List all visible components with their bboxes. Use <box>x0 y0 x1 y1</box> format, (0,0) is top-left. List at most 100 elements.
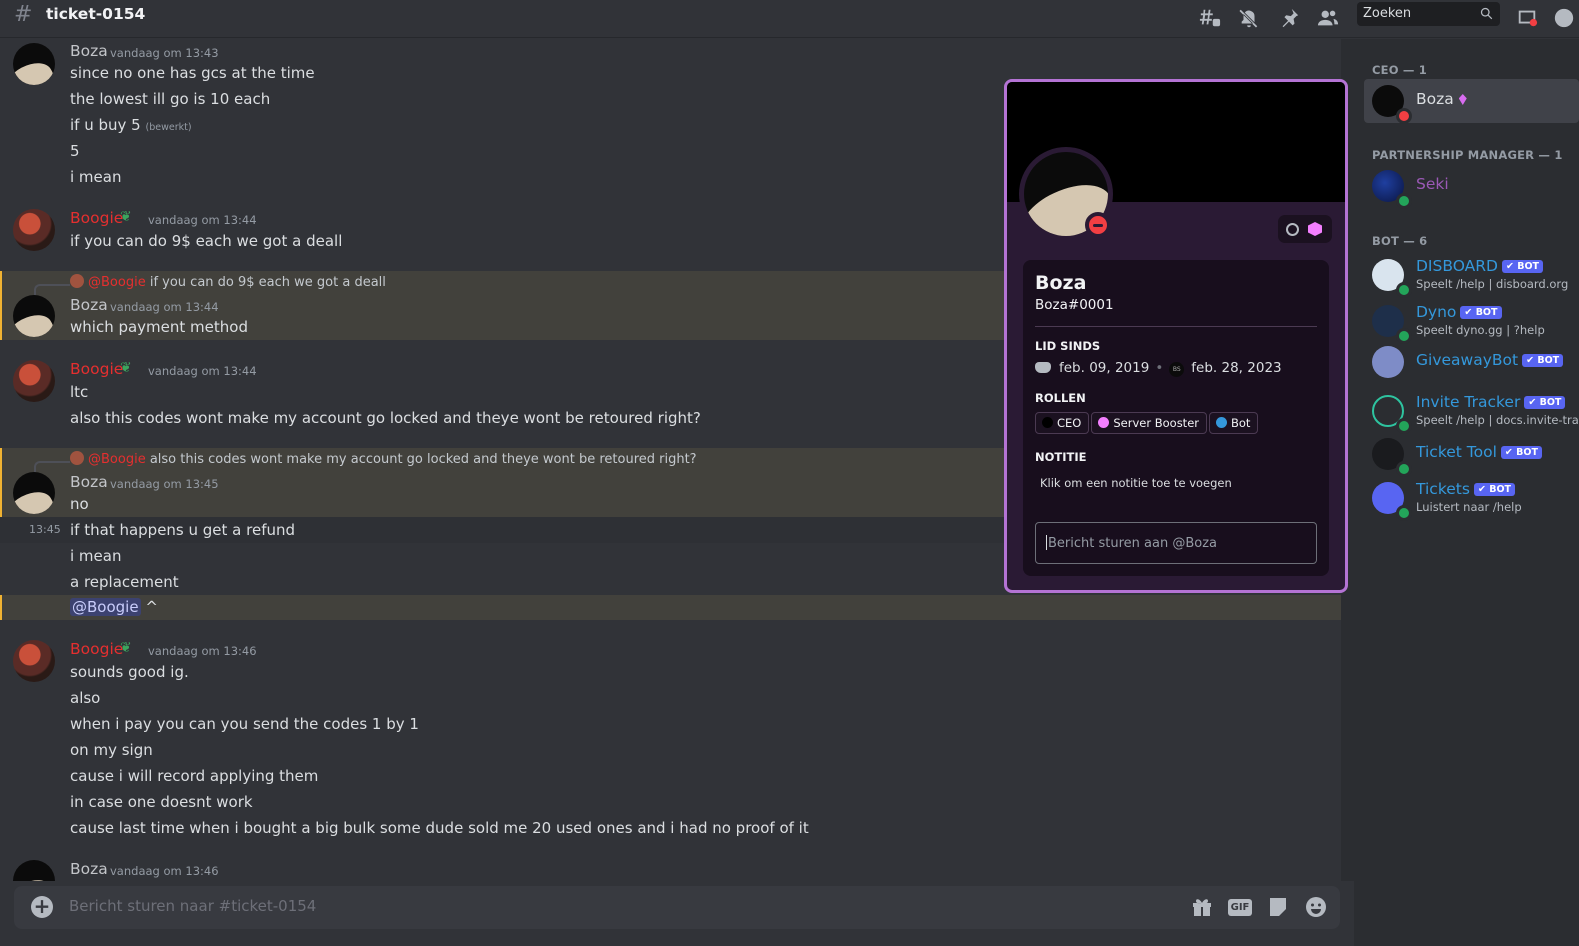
direct-message-input[interactable]: Bericht sturen aan @Boza <box>1035 522 1317 564</box>
edited-label: (bewerkt) <box>145 122 192 133</box>
member-activity: Luistert naar /help <box>1416 500 1522 514</box>
role-pill[interactable]: CEO <box>1035 412 1090 434</box>
member-item[interactable]: Ticket Tool ✔ BOT <box>1364 432 1579 477</box>
divider <box>1035 326 1317 327</box>
avatar[interactable] <box>13 472 55 514</box>
message-text: if that happens u get a refund <box>70 521 296 539</box>
search-placeholder: Zoeken <box>1363 6 1412 21</box>
role-pill[interactable]: Bot <box>1209 412 1259 434</box>
message-author[interactable]: Boza <box>70 42 108 60</box>
member-name-text: Ticket Tool <box>1416 443 1497 461</box>
message-text: ltc <box>70 383 89 401</box>
hashtag-icon: # <box>14 2 33 27</box>
emoji-icon[interactable] <box>1303 894 1329 920</box>
message-text: in case one doesnt work <box>70 793 253 811</box>
user-profile-popout[interactable]: Boza Boza#0001 LID SINDS feb. 09, 2019 • B… <box>1004 79 1348 593</box>
member-name-text: DISBOARD <box>1416 257 1498 275</box>
reply-text: also this codes wont make my account go … <box>149 452 697 467</box>
note-input[interactable]: Klik om een notitie toe te voegen <box>1040 476 1232 490</box>
message-composer[interactable]: + Bericht sturen naar #ticket-0154 GIF <box>14 886 1340 929</box>
member-activity: Speelt dyno.gg | ?help <box>1416 323 1545 337</box>
direct-message-placeholder: Bericht sturen aan @Boza <box>1048 536 1217 551</box>
status-online-icon <box>1396 282 1412 298</box>
role-pill[interactable]: Server Booster <box>1091 412 1207 434</box>
avatar[interactable] <box>13 860 55 881</box>
profile-display-name: Boza <box>1035 272 1087 294</box>
avatar[interactable] <box>13 43 55 85</box>
role-name: Bot <box>1231 416 1251 430</box>
threads-icon[interactable] <box>1197 5 1223 31</box>
message-text: also this codes wont make my account go … <box>70 409 701 427</box>
member-group-header: CEO — 1 <box>1372 63 1427 77</box>
inbox-icon[interactable] <box>1514 5 1540 31</box>
reply-mention: @Boogie <box>88 275 146 290</box>
member-group-header: PARTNERSHIP MANAGER — 1 <box>1372 148 1563 162</box>
help-icon[interactable] <box>1551 5 1577 31</box>
message-timestamp: vandaag om 13:46 <box>110 864 219 878</box>
member-item[interactable]: Invite Tracker ✔ BOT Speelt /help | docs.… <box>1364 389 1579 434</box>
message-text: 5 <box>70 142 80 160</box>
message-text: sounds good ig. <box>70 663 189 681</box>
avatar[interactable] <box>13 640 55 682</box>
message-author[interactable]: Boogie <box>70 209 123 227</box>
member-list[interactable]: CEO — 1 Boza PARTNERSHIP MANAGER — 1 Sek… <box>1354 39 1579 946</box>
user-mention[interactable]: @Boogie <box>70 598 141 616</box>
search-input[interactable]: Zoeken <box>1357 2 1500 26</box>
message-text: if u buy 5 (bewerkt) <box>70 116 192 134</box>
member-name-text: Invite Tracker <box>1416 393 1521 411</box>
message-text: cause i will record applying them <box>70 767 319 785</box>
discord-join-date: feb. 09, 2019 <box>1059 360 1150 376</box>
message-text: a replacement <box>70 573 179 591</box>
role-color-dot <box>1098 417 1110 428</box>
pin-icon[interactable] <box>1276 5 1302 31</box>
nitro-badge-icon[interactable] <box>1286 223 1299 236</box>
avatar[interactable] <box>13 360 55 402</box>
reply-preview[interactable]: @Boogie also this codes wont make my acc… <box>70 451 697 467</box>
server-join-date: feb. 28, 2023 <box>1191 360 1282 376</box>
message-text: since no one has gcs at the time <box>70 64 315 82</box>
reply-preview[interactable]: @Boogie if you can do 9$ each we got a d… <box>70 274 386 290</box>
member-group-header: BOT — 6 <box>1372 234 1428 248</box>
gif-button[interactable]: GIF <box>1227 894 1253 920</box>
upload-plus-icon[interactable]: + <box>31 896 53 918</box>
member-name-text: GiveawayBot <box>1416 351 1519 369</box>
mute-bell-icon[interactable] <box>1236 5 1262 31</box>
message-input[interactable]: Bericht sturen naar #ticket-0154 <box>69 897 316 915</box>
member-item[interactable]: Dyno ✔ BOT Speelt dyno.gg | ?help <box>1364 299 1579 344</box>
member-item[interactable]: DISBOARD ✔ BOT Speelt /help | disboard.or… <box>1364 253 1579 298</box>
member-item[interactable]: Seki <box>1364 164 1579 209</box>
channel-header: # ticket-0154 Zoeken <box>0 0 1579 38</box>
message-author[interactable]: Boza <box>70 860 108 878</box>
message-author[interactable]: Boza <box>70 473 108 491</box>
message-text: also <box>70 689 101 707</box>
message-timestamp: vandaag om 13:44 <box>110 300 219 314</box>
member-list-icon[interactable] <box>1315 5 1341 31</box>
server-icon: BS <box>1169 362 1185 377</box>
status-online-icon <box>1396 193 1412 209</box>
message-author[interactable]: Boogie <box>70 640 123 658</box>
bot-badge: ✔ BOT <box>1500 446 1542 459</box>
member-name: Ticket Tool ✔ BOT <box>1416 443 1542 461</box>
bot-badge: ✔ BOT <box>1460 306 1502 319</box>
sticker-icon[interactable] <box>1265 894 1291 920</box>
leaf-role-icon: ❦ <box>120 360 132 376</box>
member-name: Tickets ✔ BOT <box>1416 480 1516 498</box>
member-item[interactable]: Boza <box>1364 79 1579 124</box>
boost-badge-icon[interactable] <box>1308 222 1322 236</box>
gift-icon[interactable] <box>1189 894 1215 920</box>
mention-highlight <box>0 595 1341 620</box>
member-item[interactable]: Tickets ✔ BOT Luistert naar /help <box>1364 476 1579 521</box>
avatar[interactable] <box>13 295 55 337</box>
note-heading: NOTITIE <box>1035 450 1087 464</box>
message-timestamp: vandaag om 13:44 <box>148 213 257 227</box>
member-name: GiveawayBot ✔ BOT <box>1416 351 1564 369</box>
message-timestamp: vandaag om 13:46 <box>148 644 257 658</box>
avatar[interactable] <box>13 209 55 251</box>
message-author[interactable]: Boogie <box>70 360 123 378</box>
member-name: Dyno ✔ BOT <box>1416 303 1502 321</box>
bot-badge: ✔ BOT <box>1522 354 1564 367</box>
message-author[interactable]: Boza <box>70 296 108 314</box>
member-item[interactable]: GiveawayBot ✔ BOT <box>1364 340 1579 384</box>
member-name: Boza <box>1416 90 1467 108</box>
role-name: Server Booster <box>1113 416 1199 430</box>
